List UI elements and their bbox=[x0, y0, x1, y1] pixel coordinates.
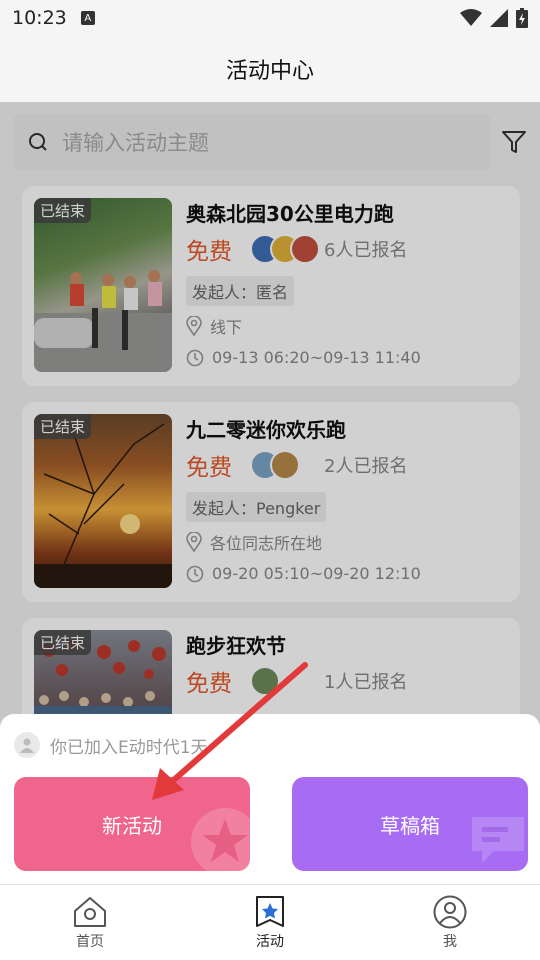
new-activity-button[interactable]: 新活动 bbox=[14, 777, 250, 871]
wifi-icon bbox=[460, 9, 482, 26]
tab-activity[interactable]: 活动 bbox=[180, 885, 360, 960]
star-icon bbox=[191, 808, 250, 871]
tab-home-label: 首页 bbox=[76, 934, 104, 950]
drafts-button[interactable]: 草稿箱 bbox=[292, 777, 528, 871]
app-header: 活动中心 bbox=[0, 36, 540, 102]
bottom-tab-bar: 首页 活动 我 bbox=[0, 884, 540, 960]
tab-me-label: 我 bbox=[443, 934, 457, 950]
profile-icon bbox=[433, 895, 467, 929]
home-icon bbox=[74, 897, 106, 927]
status-icons bbox=[460, 8, 528, 28]
chat-icon bbox=[472, 817, 524, 863]
drafts-label: 草稿箱 bbox=[380, 813, 440, 838]
new-activity-label: 新活动 bbox=[102, 813, 162, 838]
status-bar: 10:23 A bbox=[0, 0, 540, 36]
joined-info: 你已加入E动时代1天 bbox=[14, 732, 208, 758]
battery-icon bbox=[516, 8, 528, 28]
joined-text: 你已加入E动时代1天 bbox=[50, 737, 208, 758]
tab-activity-label: 活动 bbox=[256, 934, 284, 950]
notification-icon: A bbox=[80, 11, 95, 25]
tab-me[interactable]: 我 bbox=[360, 885, 540, 960]
activity-star-icon bbox=[256, 896, 284, 927]
user-icon bbox=[14, 732, 40, 758]
tab-home[interactable]: 首页 bbox=[0, 885, 180, 960]
status-time: 10:23 bbox=[12, 7, 67, 29]
signal-icon bbox=[490, 9, 508, 27]
page-title: 活动中心 bbox=[225, 59, 314, 84]
